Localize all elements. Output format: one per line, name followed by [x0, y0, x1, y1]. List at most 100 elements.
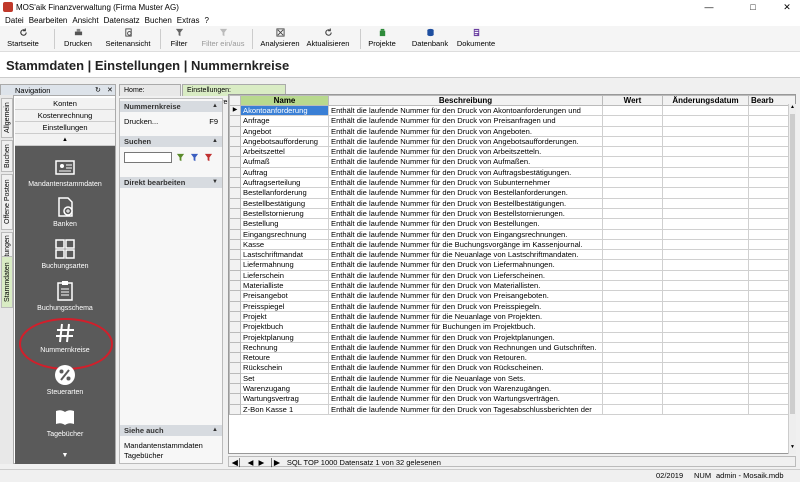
column-header-aenderungsdatum[interactable]: Änderungsdatum [662, 95, 749, 106]
row-header[interactable] [229, 362, 241, 374]
nav-item-buchungsschema[interactable]: Buchungsschema [15, 280, 115, 312]
projekte-button[interactable]: Projekte [366, 28, 398, 50]
cell-name[interactable]: Preisspiegel [240, 300, 329, 312]
cell-wert[interactable] [602, 187, 663, 199]
vtab-offene-posten[interactable]: Offene Posten [1, 174, 13, 230]
expand-icon[interactable]: ▼ [212, 177, 218, 188]
cell-wert[interactable] [602, 321, 663, 333]
menu-ansicht[interactable]: Ansicht [72, 16, 98, 25]
cell-aenderungsdatum[interactable] [662, 125, 749, 137]
menu-datensatz[interactable]: Datensatz [104, 16, 140, 25]
nav-item-mandantenstammdaten[interactable]: Mandantenstammdaten [15, 156, 115, 188]
cell-wert[interactable] [602, 238, 663, 251]
table-row[interactable]: Set Enthält die laufende Nummer für die N… [229, 372, 795, 385]
cell-name[interactable]: Preisangebot [240, 290, 329, 302]
row-header[interactable] [229, 249, 241, 261]
table-row[interactable]: Retoure Enthält die laufende Nummer für d… [229, 352, 795, 364]
cell-wert[interactable] [602, 393, 663, 405]
table-row[interactable]: Eingangsrechnung Enthält die laufende Num… [229, 228, 795, 240]
cell-name[interactable]: Warenzugang [240, 383, 329, 395]
cell-name[interactable]: Aufmaß [240, 156, 329, 168]
panel-header-nummernkreise[interactable]: Nummernkreise ▲ [120, 101, 222, 112]
table-row[interactable]: Angebotsaufforderung Enthält die laufende… [229, 135, 795, 148]
cell-aenderungsdatum[interactable] [662, 238, 749, 251]
row-header[interactable] [229, 403, 241, 415]
cell-name[interactable]: Materialliste [240, 280, 329, 292]
nav-item-buchungsarten[interactable]: Buchungsarten [15, 238, 115, 270]
cell-beschreibung[interactable]: Enthält die laufende Nummer für den Druc… [328, 362, 603, 374]
row-header[interactable] [229, 135, 241, 148]
search-input[interactable] [124, 152, 172, 163]
cell-wert[interactable] [602, 156, 663, 168]
row-header[interactable] [229, 300, 241, 312]
cell-wert[interactable] [602, 269, 663, 282]
seitenansicht-button[interactable]: Seitenansicht [102, 28, 154, 50]
search-filter-next-icon[interactable] [190, 153, 199, 162]
column-header-wert[interactable]: Wert [602, 95, 663, 106]
cell-aenderungsdatum[interactable] [662, 187, 749, 199]
cell-name[interactable]: Bestellanforderung [240, 187, 329, 199]
cell-wert[interactable] [602, 135, 663, 148]
cell-aenderungsdatum[interactable] [662, 383, 749, 395]
cell-name[interactable]: Liefermahnung [240, 259, 329, 271]
cell-wert[interactable] [602, 300, 663, 312]
table-row[interactable]: Liefermahnung Enthält die laufende Nummer… [229, 259, 795, 271]
close-pane-icon[interactable]: ✕ [107, 85, 113, 96]
cell-beschreibung[interactable]: Enthält die laufende Nummer für den Druc… [328, 218, 603, 230]
cell-beschreibung[interactable]: Enthält die laufende Nummer für den Druc… [328, 146, 603, 158]
cell-name[interactable]: Arbeitszettel [240, 146, 329, 158]
table-row[interactable]: Bestellanforderung Enthält die laufende N… [229, 187, 795, 199]
cell-beschreibung[interactable]: Enthält die laufende Nummer für den Druc… [328, 197, 603, 209]
row-header[interactable] [229, 115, 241, 127]
cell-beschreibung[interactable]: Enthält die laufende Nummer für den Druc… [328, 290, 603, 302]
panel-header-direkt-bearbeiten[interactable]: Direkt bearbeiten ▼ [120, 177, 222, 188]
table-row[interactable]: Projektbuch Enthält die laufende Nummer f… [229, 321, 795, 333]
cell-aenderungsdatum[interactable] [662, 197, 749, 209]
cell-aenderungsdatum[interactable] [662, 331, 749, 343]
row-header[interactable] [229, 238, 241, 251]
cell-aenderungsdatum[interactable] [662, 177, 749, 189]
cell-name[interactable]: Angebot [240, 125, 329, 137]
current-row-indicator-icon[interactable]: ▶ [229, 104, 241, 117]
cell-wert[interactable] [602, 125, 663, 137]
row-header[interactable] [229, 383, 241, 395]
cell-aenderungsdatum[interactable] [662, 393, 749, 405]
cell-aenderungsdatum[interactable] [662, 249, 749, 261]
cell-wert[interactable] [602, 197, 663, 209]
cell-beschreibung[interactable]: Enthält die laufende Nummer für den Druc… [328, 207, 603, 220]
cell-wert[interactable] [602, 341, 663, 354]
clear-filter-icon[interactable] [204, 153, 213, 162]
table-row[interactable]: Preisspiegel Enthält die laufende Nummer … [229, 300, 795, 312]
table-row[interactable]: Materialliste Enthält die laufende Nummer… [229, 280, 795, 292]
row-header[interactable] [229, 125, 241, 137]
panel-header-siehe-auch[interactable]: Siehe auch ▲ [120, 425, 222, 436]
cell-beschreibung[interactable]: Enthält die laufende Nummer für den Druc… [328, 352, 603, 364]
cell-beschreibung[interactable]: Enthält die laufende Nummer für den Druc… [328, 300, 603, 312]
collapse-icon[interactable]: ▲ [212, 425, 218, 436]
cell-wert[interactable] [602, 146, 663, 158]
cell-name[interactable]: Projektplanung [240, 331, 329, 343]
vertical-scrollbar[interactable]: ▲ ▼ [788, 104, 796, 454]
cell-beschreibung[interactable]: Enthält die laufende Nummer für die Neua… [328, 372, 603, 385]
row-header[interactable] [229, 156, 241, 168]
nav-item-banken[interactable]: Banken [15, 196, 115, 228]
table-row[interactable]: ▶ Akontoanforderung Enthält die laufende N… [229, 104, 795, 117]
cell-beschreibung[interactable]: Enthält die laufende Nummer für den Druc… [328, 156, 603, 168]
cell-aenderungsdatum[interactable] [662, 403, 749, 415]
close-button[interactable]: ✕ [774, 0, 800, 14]
cell-name[interactable]: Akontoanforderung [240, 104, 329, 117]
cell-beschreibung[interactable]: Enthält die laufende Nummer für den Druc… [328, 393, 603, 405]
menu-buchen[interactable]: Buchen [145, 16, 172, 25]
cell-beschreibung[interactable]: Enthält die laufende Nummer für den Druc… [328, 403, 603, 415]
cell-beschreibung[interactable]: Enthält die laufende Nummer für die Neua… [328, 310, 603, 323]
startseite-button[interactable]: Startseite [6, 28, 40, 50]
cell-wert[interactable] [602, 166, 663, 179]
cell-aenderungsdatum[interactable] [662, 259, 749, 271]
cell-name[interactable]: Kasse [240, 238, 329, 251]
menu-help[interactable]: ? [204, 16, 208, 25]
menu-bearbeiten[interactable]: Bearbeiten [29, 16, 68, 25]
cell-name[interactable]: Lieferschein [240, 269, 329, 282]
cell-aenderungsdatum[interactable] [662, 290, 749, 302]
drucken-button[interactable]: Drucken [62, 28, 94, 50]
column-header-beschreibung[interactable]: Beschreibung [328, 95, 603, 106]
